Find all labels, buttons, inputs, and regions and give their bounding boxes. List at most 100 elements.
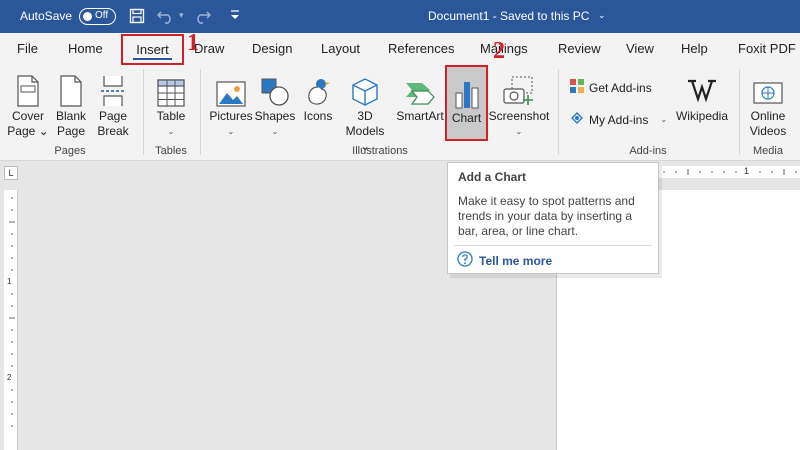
ribbon-tabs: File Home Insert Draw Design Layout Refe… xyxy=(0,33,800,65)
online-videos-label-2: Videos xyxy=(749,124,787,138)
blank-page-label-2: Page xyxy=(56,124,86,138)
screenshot-icon xyxy=(488,65,550,109)
tooltip-divider xyxy=(454,245,652,246)
tooltip-body-line: Make it easy to spot patterns and xyxy=(458,194,635,208)
tell-me-more-link[interactable]: Tell me more xyxy=(457,251,552,270)
page-break-icon xyxy=(94,65,132,109)
wikipedia-button[interactable]: Wikipedia xyxy=(672,65,732,124)
pictures-icon xyxy=(208,65,254,109)
help-icon xyxy=(457,251,473,270)
chevron-down-icon: ⌄ xyxy=(271,127,279,136)
my-add-ins-label: My Add-ins xyxy=(589,112,649,127)
icons-label: Icons xyxy=(303,109,333,123)
cover-page-label-1: Cover xyxy=(11,109,44,123)
pictures-label: Pictures xyxy=(209,109,253,123)
page-break-label-1: Page xyxy=(98,109,128,123)
tab-view[interactable]: View xyxy=(626,33,654,65)
my-add-ins-button[interactable]: My Add-ins ⌄ xyxy=(569,110,667,129)
tab-references[interactable]: References xyxy=(388,33,454,65)
customize-quick-access-icon[interactable] xyxy=(229,8,241,22)
document-title: Document1 - Saved to this PC xyxy=(428,9,590,23)
shapes-icon xyxy=(254,65,296,109)
ribbon-insert: Cover Page ⌄ Blank Page Page Break Pages… xyxy=(0,65,800,161)
autosave-state: Off xyxy=(95,10,109,21)
tab-insert-label: Insert xyxy=(136,42,169,57)
save-icon[interactable] xyxy=(129,8,145,24)
smartart-button[interactable]: SmartArt xyxy=(394,65,446,124)
chevron-down-icon: ⌄ xyxy=(167,127,175,136)
add-ins-icon xyxy=(569,110,585,129)
tooltip-body-line: trends in your data by inserting a xyxy=(458,209,633,223)
wikipedia-label: Wikipedia xyxy=(675,109,729,123)
ruler-number: 2 xyxy=(7,373,12,382)
blank-page-label-1: Blank xyxy=(55,109,87,123)
page-break-button[interactable]: Page Break xyxy=(94,65,132,139)
3d-models-icon xyxy=(340,65,390,109)
cover-page-button[interactable]: Cover Page ⌄ xyxy=(6,65,50,139)
online-videos-button[interactable]: Online Videos xyxy=(745,65,791,139)
autosave-toggle[interactable]: Off xyxy=(79,8,116,25)
redo-icon[interactable] xyxy=(193,8,211,24)
table-icon xyxy=(150,65,192,109)
3d-models-label-1: 3D xyxy=(357,109,373,123)
tab-file[interactable]: File xyxy=(17,33,38,65)
group-label-pages: Pages xyxy=(54,145,86,157)
get-add-ins-button[interactable]: Get Add-ins xyxy=(569,78,652,97)
screenshot-label: Screenshot xyxy=(488,109,550,123)
table-button[interactable]: Table ⌄ xyxy=(150,65,192,139)
store-icon xyxy=(569,78,585,97)
tab-layout[interactable]: Layout xyxy=(321,33,360,65)
icons-icon xyxy=(300,65,336,109)
chevron-down-icon: ⌄ xyxy=(660,115,668,124)
tab-help[interactable]: Help xyxy=(681,33,708,65)
undo-icon[interactable] xyxy=(157,8,175,24)
shapes-button[interactable]: Shapes ⌄ xyxy=(254,65,296,139)
3d-models-button[interactable]: 3D Models ⌄ xyxy=(340,65,390,154)
step-marker-1: 1 xyxy=(187,30,199,56)
tab-review[interactable]: Review xyxy=(558,33,601,65)
group-label-tables: Tables xyxy=(155,145,187,157)
page-break-label-2: Break xyxy=(97,124,129,138)
blank-page-button[interactable]: Blank Page xyxy=(52,65,90,139)
chevron-down-icon: ⌄ xyxy=(227,127,235,136)
vertical-ruler: 1 2 xyxy=(4,190,18,450)
shapes-label: Shapes xyxy=(254,109,296,123)
chart-tooltip: Add a Chart Make it easy to spot pattern… xyxy=(447,162,659,274)
active-tab-underline xyxy=(133,58,172,60)
group-label-media: Media xyxy=(753,145,783,157)
chart-button[interactable]: Chart xyxy=(445,65,488,141)
group-divider xyxy=(558,69,559,155)
online-video-icon xyxy=(745,65,791,109)
tab-selector[interactable]: L xyxy=(4,166,18,180)
tooltip-body-line: bar, area, or line chart. xyxy=(458,224,579,238)
wikipedia-icon xyxy=(672,65,732,109)
ruler-number: 1 xyxy=(744,166,750,176)
step-marker-2: 2 xyxy=(493,38,505,64)
smartart-label: SmartArt xyxy=(396,109,444,123)
bar-chart-icon xyxy=(447,67,486,111)
group-label-add-ins: Add-ins xyxy=(629,145,667,157)
screenshot-button[interactable]: Screenshot ⌄ xyxy=(488,65,550,139)
group-divider xyxy=(200,69,201,155)
smartart-icon xyxy=(394,65,446,109)
tab-insert[interactable]: Insert xyxy=(121,34,184,65)
blank-page-icon xyxy=(52,65,90,109)
group-divider xyxy=(143,69,144,155)
toggle-knob xyxy=(83,12,92,21)
ruler-number: 1 xyxy=(7,277,12,286)
table-label: Table xyxy=(156,109,186,123)
tell-me-more-label: Tell me more xyxy=(479,253,553,268)
pictures-button[interactable]: Pictures ⌄ xyxy=(208,65,254,139)
tab-home[interactable]: Home xyxy=(68,33,103,65)
chevron-down-icon: ⌄ xyxy=(515,127,523,136)
online-videos-label-1: Online xyxy=(750,109,786,123)
chevron-down-icon[interactable]: ⌄ xyxy=(598,10,606,21)
get-add-ins-label: Get Add-ins xyxy=(589,80,652,95)
icons-button[interactable]: Icons xyxy=(300,65,336,124)
group-label-illustrations: Illustrations xyxy=(352,145,408,157)
tab-design[interactable]: Design xyxy=(252,33,292,65)
cover-page-label-2: Page ⌄ xyxy=(7,124,49,138)
cover-page-icon xyxy=(6,65,50,109)
tab-foxit-pdf[interactable]: Foxit PDF xyxy=(738,33,796,65)
undo-dropdown-icon[interactable]: ▾ xyxy=(179,10,184,21)
